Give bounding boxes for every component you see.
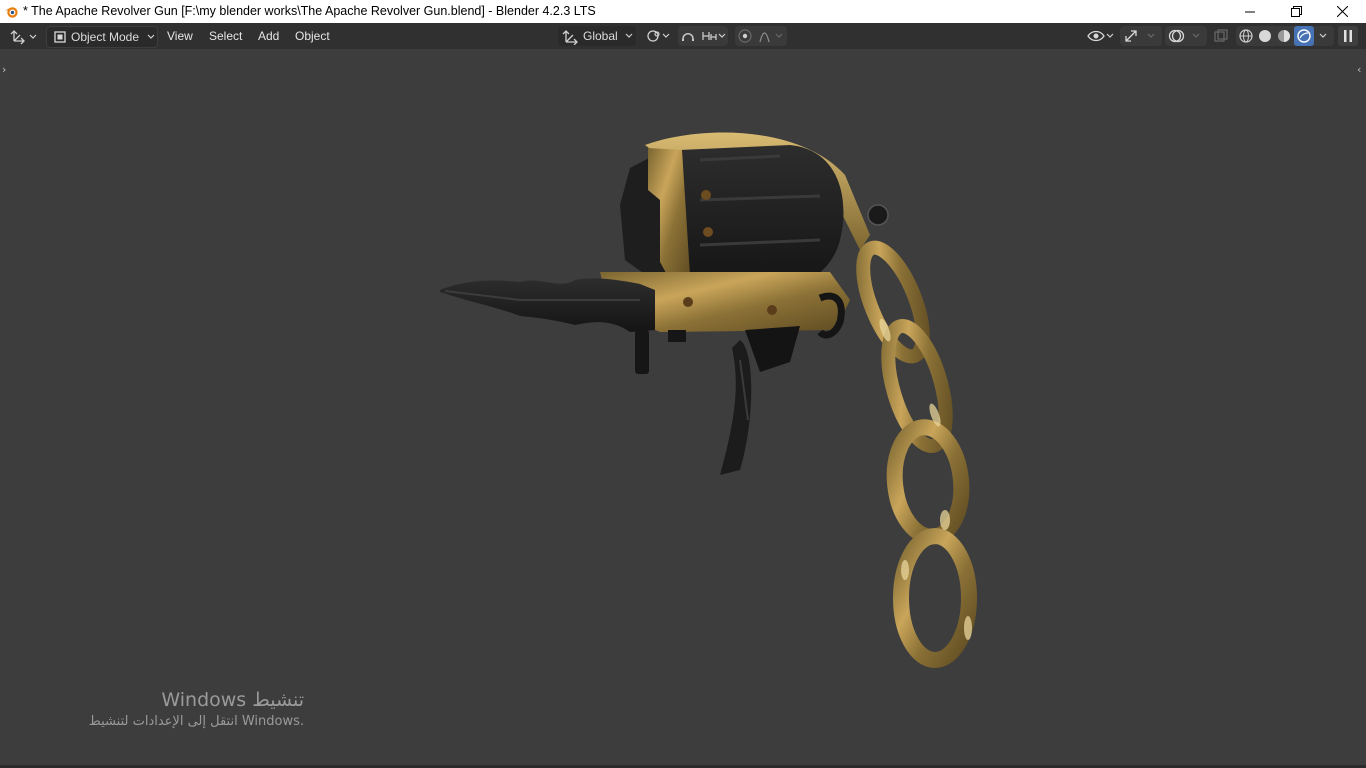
shading-rendered-button[interactable] bbox=[1294, 26, 1314, 46]
pause-bars-icon bbox=[1344, 30, 1352, 42]
blender-logo-icon bbox=[4, 7, 18, 18]
material-sphere-icon bbox=[1277, 30, 1290, 42]
rendered-sphere-icon bbox=[1297, 29, 1311, 43]
sidebar-toggle-button[interactable] bbox=[1338, 26, 1358, 46]
snap-increment-icon bbox=[702, 32, 726, 40]
orientation-axes-icon bbox=[562, 30, 578, 45]
minimize-icon bbox=[1245, 11, 1255, 12]
proportional-edit-icon bbox=[738, 29, 752, 43]
shading-solid-button[interactable] bbox=[1255, 26, 1274, 46]
gizmo-dropdown[interactable] bbox=[1142, 26, 1160, 46]
editor-type-button[interactable] bbox=[8, 26, 40, 46]
pivot-point-dropdown[interactable] bbox=[643, 26, 673, 46]
menu-object[interactable]: Object bbox=[295, 26, 330, 46]
close-button[interactable] bbox=[1319, 0, 1365, 23]
menu-view[interactable]: View bbox=[167, 26, 193, 46]
chevron-down-icon bbox=[1147, 33, 1155, 38]
activation-watermark-title: Windows تنشيط bbox=[161, 689, 304, 711]
mode-label: Object Mode bbox=[71, 30, 140, 44]
falloff-dropdown[interactable] bbox=[756, 26, 786, 46]
object-mode-icon bbox=[54, 31, 66, 43]
shading-material-button[interactable] bbox=[1274, 26, 1293, 46]
restore-button[interactable] bbox=[1273, 0, 1319, 23]
chevron-down-icon bbox=[1192, 33, 1200, 38]
solid-sphere-icon bbox=[1258, 30, 1271, 42]
xray-toggle[interactable] bbox=[1210, 26, 1232, 46]
revolver-model bbox=[440, 132, 977, 668]
chevron-down-icon bbox=[625, 33, 633, 38]
gizmo-toggle[interactable] bbox=[1120, 26, 1142, 46]
3d-viewport[interactable]: › ‹ Windows تنشيط انتقل إلى الإعدادات لت… bbox=[0, 49, 1366, 768]
close-icon bbox=[1336, 6, 1348, 17]
window-title: * The Apache Revolver Gun [F:\my blender… bbox=[23, 4, 596, 18]
shading-wireframe-button[interactable] bbox=[1236, 26, 1255, 46]
wireframe-sphere-icon bbox=[1238, 29, 1253, 43]
knuckle-rings bbox=[856, 240, 977, 668]
activation-watermark-subtitle: انتقل إلى الإعدادات لتنشيط Windows. bbox=[88, 714, 304, 729]
transform-orientation-dropdown[interactable]: Global bbox=[558, 26, 636, 46]
eye-icon bbox=[1087, 30, 1114, 42]
orientation-label: Global bbox=[583, 29, 618, 43]
proportional-edit-toggle[interactable] bbox=[735, 26, 755, 46]
viewport-gizmo-icon bbox=[10, 30, 37, 45]
restore-icon bbox=[1290, 6, 1302, 17]
window-titlebar: * The Apache Revolver Gun [F:\my blender… bbox=[0, 0, 1366, 23]
falloff-curve-icon bbox=[759, 32, 783, 43]
chevron-down-icon bbox=[1319, 33, 1327, 38]
gizmo-icon bbox=[1125, 30, 1137, 42]
pivot-icon bbox=[647, 30, 670, 42]
overlay-icon bbox=[1168, 29, 1185, 43]
snap-icon bbox=[682, 33, 694, 41]
chevron-down-icon bbox=[147, 34, 155, 39]
overlay-dropdown[interactable] bbox=[1187, 26, 1205, 46]
shading-dropdown[interactable] bbox=[1315, 26, 1331, 46]
menu-select[interactable]: Select bbox=[209, 26, 242, 46]
overlay-toggle[interactable] bbox=[1165, 26, 1187, 46]
visibility-dropdown[interactable] bbox=[1085, 26, 1117, 46]
menu-add[interactable]: Add bbox=[258, 26, 279, 46]
snap-target-dropdown[interactable] bbox=[699, 26, 729, 46]
viewport-header: Object Mode View Select Add Object Globa… bbox=[0, 23, 1366, 49]
snap-toggle[interactable] bbox=[678, 26, 698, 46]
xray-icon bbox=[1214, 29, 1228, 42]
minimize-button[interactable] bbox=[1227, 0, 1273, 23]
mode-dropdown[interactable]: Object Mode bbox=[46, 26, 158, 48]
